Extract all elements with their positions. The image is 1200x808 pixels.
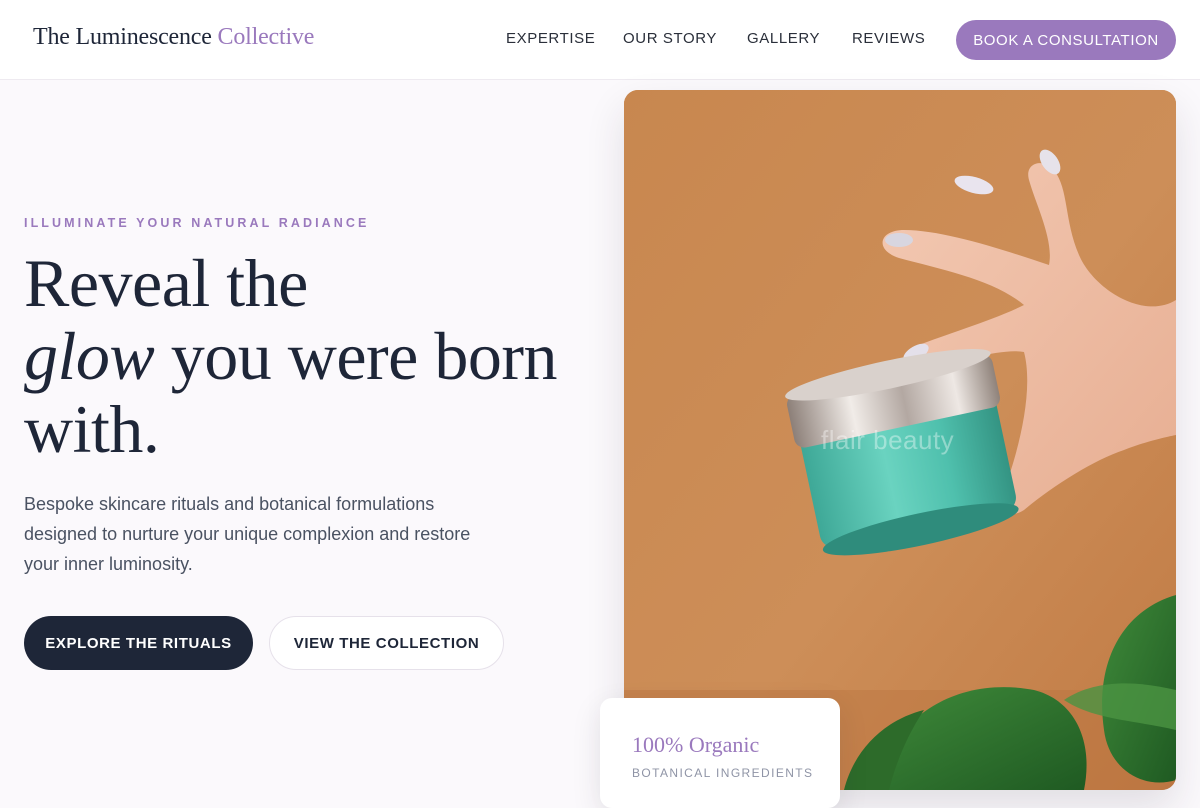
brand-logo[interactable]: The Luminescence Collective [33, 24, 314, 51]
nav-gallery[interactable]: GALLERY [747, 30, 820, 47]
hero-subtext: Bespoke skincare rituals and botanical f… [24, 494, 471, 574]
headline-italic-word: glow [24, 318, 155, 394]
headline-line-2: you were born [154, 318, 558, 394]
headline-line-1: Reveal the [24, 245, 308, 321]
nav-expertise[interactable]: EXPERTISE [506, 30, 595, 47]
book-consultation-button[interactable]: BOOK A CONSULTATION [956, 20, 1176, 60]
stat-card-title: 100% Organic [632, 732, 760, 757]
nav-reviews[interactable]: REVIEWS [852, 30, 925, 47]
site-header: The Luminescence Collective EXPERTISE OU… [0, 0, 1200, 80]
brand-name-primary: The Luminescence [33, 24, 212, 50]
nav-our-story[interactable]: OUR STORY [623, 30, 717, 47]
image-watermark: flair beauty [821, 425, 955, 455]
headline-line-3: with. [24, 391, 160, 467]
hero-eyebrow: ILLUMINATE YOUR NATURAL RADIANCE [24, 216, 370, 230]
hero-headline: Reveal the glow you were born with. [24, 247, 604, 466]
stat-card-subtitle: BOTANICAL INGREDIENTS [632, 766, 814, 780]
hero-product-image: flair beauty [624, 90, 1176, 790]
organic-stat-card: 100% Organic BOTANICAL INGREDIENTS [600, 698, 840, 808]
brand-name-accent: Collective [217, 24, 315, 50]
explore-rituals-button[interactable]: EXPLORE THE RITUALS [24, 616, 253, 670]
view-collection-button[interactable]: VIEW THE COLLECTION [269, 616, 504, 670]
